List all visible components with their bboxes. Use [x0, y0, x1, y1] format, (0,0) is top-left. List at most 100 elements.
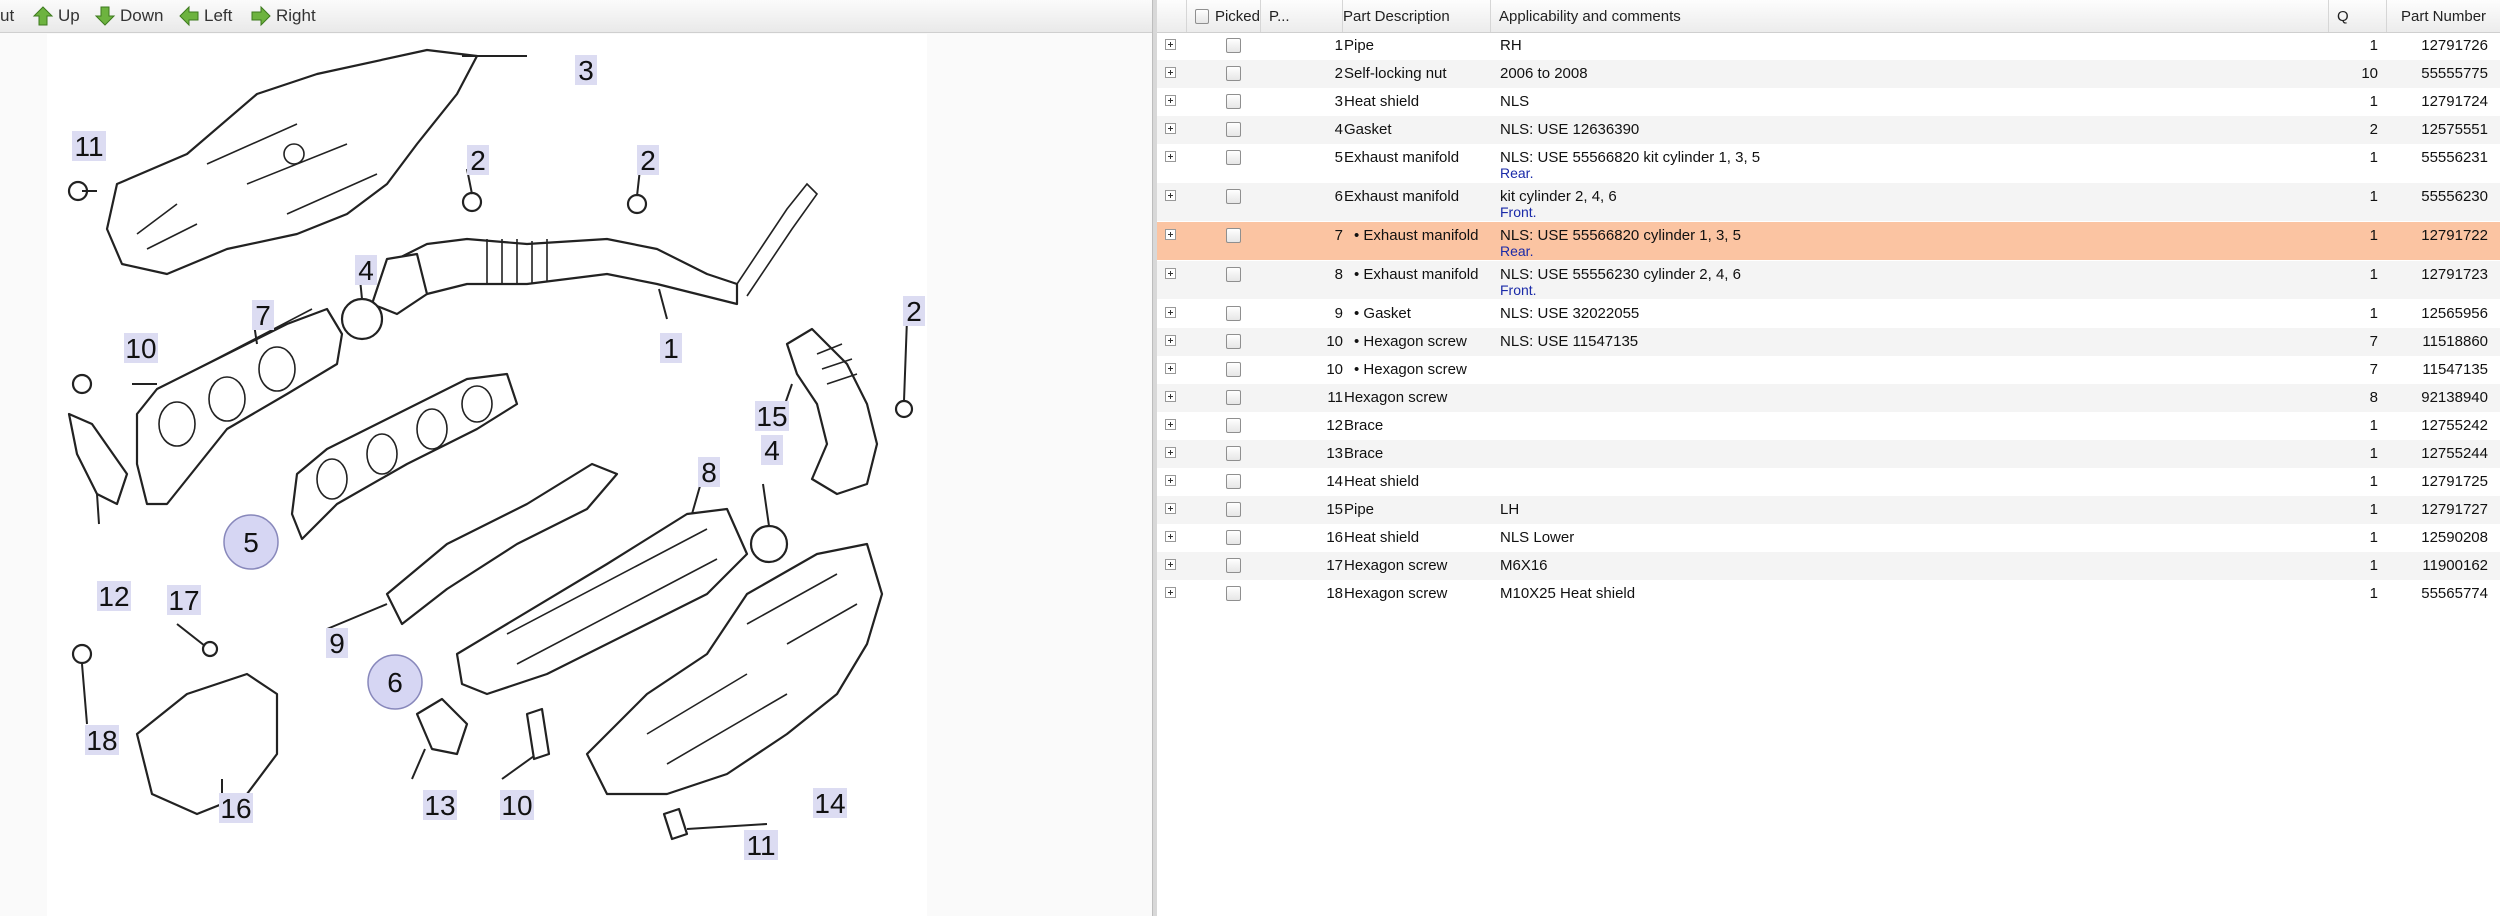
callout-15[interactable]: 15: [755, 401, 789, 432]
table-row[interactable]: 8 • Exhaust manifold NLS: USE 55556230 cyl…: [1157, 261, 2500, 299]
expand-row-icon[interactable]: [1165, 151, 1176, 162]
screw-18[interactable]: [71, 643, 93, 665]
part-number-cell[interactable]: 11518860: [2397, 333, 2488, 350]
part-number-cell[interactable]: 55555775: [2397, 65, 2488, 82]
expand-row-icon[interactable]: [1165, 307, 1176, 318]
picked-checkbox[interactable]: [1226, 189, 1241, 204]
part-number-cell[interactable]: 12565956: [2397, 305, 2488, 322]
picked-checkbox[interactable]: [1226, 334, 1241, 349]
picked-checkbox[interactable]: [1226, 150, 1241, 165]
part-number-cell[interactable]: 12791722: [2397, 227, 2488, 244]
callout-10[interactable]: 10: [500, 790, 534, 821]
part-number-cell[interactable]: 12791725: [2397, 473, 2488, 490]
table-row[interactable]: 9 • Gasket NLS: USE 32022055 1 12565956: [1157, 300, 2500, 328]
callout-5[interactable]: 5: [223, 514, 279, 570]
exploded-parts-diagram[interactable]: 3 11 2 2 4 7 10 1 2 15 4 8 5 12 9 17 6 18 13 10 14 11 16: [47, 34, 927, 916]
picked-checkbox[interactable]: [1226, 558, 1241, 573]
callout-7[interactable]: 7: [252, 300, 274, 331]
picked-checkbox[interactable]: [1226, 122, 1241, 137]
expand-row-icon[interactable]: [1165, 475, 1176, 486]
callout-11[interactable]: 11: [744, 830, 778, 861]
applicability-column-header[interactable]: Applicability and comments: [1491, 0, 2329, 32]
part-number-cell[interactable]: 12755242: [2397, 417, 2488, 434]
callout-4[interactable]: 4: [355, 255, 377, 286]
callout-2[interactable]: 2: [637, 145, 659, 176]
part-number-cell[interactable]: 55556230: [2397, 188, 2488, 205]
callout-16[interactable]: 16: [219, 793, 253, 824]
screw-10a[interactable]: [71, 373, 93, 395]
part-number-cell[interactable]: 11547135: [2397, 361, 2488, 378]
picked-checkbox[interactable]: [1226, 94, 1241, 109]
expand-row-icon[interactable]: [1165, 391, 1176, 402]
screw-11b[interactable]: [662, 807, 689, 841]
callout-13[interactable]: 13: [423, 790, 457, 821]
table-row[interactable]: 10 • Hexagon screw 7 11547135: [1157, 356, 2500, 384]
table-row[interactable]: 16 Heat shield NLS Lower 1 12590208: [1157, 524, 2500, 552]
nut-2b[interactable]: [626, 193, 648, 215]
expand-row-icon[interactable]: [1165, 229, 1176, 240]
callout-17[interactable]: 17: [167, 585, 201, 616]
callout-2[interactable]: 2: [467, 145, 489, 176]
screw-10b[interactable]: [525, 707, 551, 761]
table-row[interactable]: 4 Gasket NLS: USE 12636390 2 12575551: [1157, 116, 2500, 144]
callout-10[interactable]: 10: [124, 333, 158, 364]
exhaust-pipe-lh[interactable]: [785, 327, 879, 496]
table-row[interactable]: 11 Hexagon screw 8 92138940: [1157, 384, 2500, 412]
part-number-cell[interactable]: 55565774: [2397, 585, 2488, 602]
table-row[interactable]: 5 Exhaust manifold NLS: USE 55566820 kit c…: [1157, 144, 2500, 182]
callout-11[interactable]: 11: [72, 131, 106, 162]
expand-row-icon[interactable]: [1165, 335, 1176, 346]
picked-checkbox[interactable]: [1226, 502, 1241, 517]
part-number-cell[interactable]: 12791724: [2397, 93, 2488, 110]
heat-shield-upper[interactable]: [105, 48, 479, 276]
picked-checkbox[interactable]: [1226, 66, 1241, 81]
part-number-cell[interactable]: 12791723: [2397, 266, 2488, 283]
expand-row-icon[interactable]: [1165, 190, 1176, 201]
callout-8[interactable]: 8: [698, 457, 720, 488]
table-row[interactable]: 17 Hexagon screw M6X16 1 11900162: [1157, 552, 2500, 580]
table-row[interactable]: 12 Brace 1 12755242: [1157, 412, 2500, 440]
part-number-column-header[interactable]: Part Number: [2387, 0, 2500, 32]
picked-checkbox[interactable]: [1226, 586, 1241, 601]
expand-row-icon[interactable]: [1165, 503, 1176, 514]
part-number-cell[interactable]: 92138940: [2397, 389, 2488, 406]
callout-6[interactable]: 6: [367, 654, 423, 710]
table-row[interactable]: 13 Brace 1 12755244: [1157, 440, 2500, 468]
gasket-ring-4b[interactable]: [749, 524, 789, 564]
table-row[interactable]: 2 Self-locking nut 2006 to 2008 10 55555775: [1157, 60, 2500, 88]
heat-shield-small[interactable]: [135, 672, 279, 816]
nut-2c[interactable]: [894, 399, 914, 419]
expand-row-icon[interactable]: [1165, 67, 1176, 78]
manifold-gasket[interactable]: [290, 372, 519, 541]
select-all-checkbox[interactable]: [1195, 8, 1209, 24]
brace-13[interactable]: [415, 697, 469, 756]
part-number-cell[interactable]: 12791727: [2397, 501, 2488, 518]
part-number-cell[interactable]: 12575551: [2397, 121, 2488, 138]
expand-row-icon[interactable]: [1165, 363, 1176, 374]
description-column-header[interactable]: Part Description: [1335, 0, 1491, 32]
picked-checkbox[interactable]: [1226, 267, 1241, 282]
exhaust-pipe-rh[interactable]: [370, 182, 819, 316]
callout-3[interactable]: 3: [575, 55, 597, 86]
table-row[interactable]: 18 Hexagon screw M10X25 Heat shield 1 555657…: [1157, 580, 2500, 608]
pan-left-button[interactable]: Left: [178, 0, 232, 32]
expand-row-icon[interactable]: [1165, 268, 1176, 279]
part-number-cell[interactable]: 12791726: [2397, 37, 2488, 54]
part-number-cell[interactable]: 12590208: [2397, 529, 2488, 546]
expand-row-icon[interactable]: [1165, 419, 1176, 430]
screw-17[interactable]: [201, 640, 219, 658]
table-row[interactable]: 3 Heat shield NLS 1 12791724: [1157, 88, 2500, 116]
expand-row-icon[interactable]: [1165, 95, 1176, 106]
callout-18[interactable]: 18: [85, 725, 119, 756]
part-number-cell[interactable]: 11900162: [2397, 557, 2488, 574]
picked-checkbox[interactable]: [1226, 38, 1241, 53]
expand-row-icon[interactable]: [1165, 559, 1176, 570]
expand-row-icon[interactable]: [1165, 531, 1176, 542]
nut-2a[interactable]: [461, 191, 483, 213]
pan-up-button[interactable]: Up: [32, 0, 80, 32]
callout-2[interactable]: 2: [903, 296, 925, 327]
callout-14[interactable]: 14: [813, 788, 847, 819]
picked-checkbox[interactable]: [1226, 446, 1241, 461]
expand-row-icon[interactable]: [1165, 123, 1176, 134]
callout-9[interactable]: 9: [326, 628, 348, 659]
